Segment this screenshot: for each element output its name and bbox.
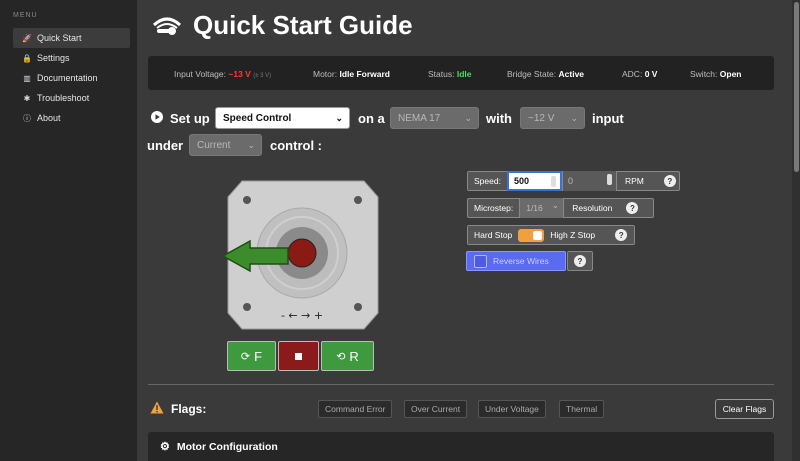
reverse-wires-checkbox[interactable]: Reverse Wires (466, 251, 566, 271)
switch-value: Open (719, 69, 742, 79)
scrollbar-thumb[interactable] (794, 2, 799, 172)
forward-button[interactable]: ⟳ F (227, 341, 276, 371)
speed-label: Speed: (474, 176, 501, 186)
stop-mode-toggle[interactable] (518, 228, 545, 242)
sidebar-item-settings[interactable]: 🔒 Settings (13, 48, 130, 68)
sidebar: MENU 🚀 Quick Start 🔒 Settings ▥ Document… (0, 0, 137, 461)
sidebar-item-label: Documentation (37, 73, 98, 83)
under-text: under (147, 138, 184, 153)
stepper-motor-illustration: - ← → + (221, 180, 379, 330)
flag-command-error: Command Error (318, 400, 393, 418)
section-divider (148, 384, 774, 385)
input-voltage-value: ~13 V (228, 69, 251, 79)
status-value: Idle (456, 69, 472, 79)
voltage-select[interactable]: ~12 V ⌄ (520, 107, 585, 129)
flag-thermal: Thermal (559, 400, 605, 418)
spinner-icon[interactable] (550, 176, 556, 187)
microstep-label: Microstep: (474, 203, 514, 213)
chevron-down-icon: ⌄ (570, 113, 578, 123)
stop-icon (295, 352, 302, 360)
resolution-label: Resolution (563, 199, 620, 217)
reverse-wires-help[interactable]: ? (567, 251, 593, 271)
sidebar-item-label: Quick Start (37, 33, 82, 43)
spinner-icon[interactable] (606, 174, 612, 185)
with-text: with (486, 111, 512, 126)
sidebar-item-label: About (37, 113, 61, 123)
help-icon[interactable]: ? (615, 229, 628, 241)
reverse-wires-label: Reverse Wires (493, 256, 549, 266)
adc-value: 0 V (644, 69, 658, 79)
input-text: input (592, 111, 624, 126)
play-icon (151, 111, 163, 123)
help-icon[interactable]: ? (626, 202, 639, 214)
sidebar-item-documentation[interactable]: ▥ Documentation (13, 68, 130, 88)
sidebar-item-about[interactable]: ⓘ About (13, 108, 130, 128)
help-icon[interactable]: ? (574, 255, 586, 267)
stop-mode-control: Hard Stop High Z Stop ? (467, 225, 635, 245)
high-z-stop-label: High Z Stop (550, 230, 596, 240)
sidebar-item-quick-start[interactable]: 🚀 Quick Start (13, 28, 130, 48)
motor-status-value: Idle Forward (339, 69, 391, 79)
speed-secondary-input[interactable]: 0 (561, 171, 616, 191)
logo-icon (152, 17, 182, 35)
switch-status: Switch: Open (690, 69, 742, 79)
lock-icon: 🔒 (22, 53, 32, 63)
book-icon: ▥ (23, 73, 31, 83)
info-icon: ⓘ (23, 113, 31, 123)
help-icon[interactable]: ? (663, 175, 676, 187)
checkbox-icon (474, 254, 487, 268)
speed-control: Speed: 500 0 RPM ? (467, 171, 680, 191)
sidebar-item-label: Troubleshoot (37, 93, 90, 103)
flags-title: Flags: (171, 402, 207, 416)
flag-under-voltage: Under Voltage (478, 400, 546, 418)
control-select[interactable]: Current ⌄ (189, 134, 262, 156)
microstep-select[interactable]: 1/16 ⌄ (519, 198, 564, 218)
speed-unit: RPM (615, 172, 652, 190)
control-suffix: control : (270, 138, 322, 153)
input-voltage-tolerance: (± 3 V) (253, 73, 272, 79)
chevron-down-icon: ⌄ (247, 140, 255, 150)
reverse-button[interactable]: ⟲ R (321, 341, 374, 371)
rotate-cw-icon: ⟳ (240, 350, 251, 363)
gear-icon: ⚙ (160, 441, 170, 453)
rotate-ccw-icon: ⟲ (336, 350, 346, 363)
page-title: Quick Start Guide (193, 10, 413, 40)
motor-status: Motor: Idle Forward (313, 69, 391, 79)
rocket-icon: 🚀 (22, 33, 32, 43)
motor-configuration-header[interactable]: ⚙ Motor Configuration (148, 432, 774, 461)
speed-input[interactable]: 500 (506, 171, 562, 191)
sidebar-item-troubleshoot[interactable]: ✱ Troubleshoot (13, 88, 130, 108)
clear-flags-button[interactable]: Clear Flags (715, 399, 774, 419)
chevron-down-icon: ⌄ (551, 200, 560, 210)
on-a-text: on a (358, 111, 385, 126)
page-scrollbar[interactable] (792, 0, 800, 461)
bridge-state-value: Active (558, 69, 585, 79)
toggle-knob (533, 230, 543, 240)
microstep-control: Microstep: 1/16 ⌄ Resolution ? (467, 198, 654, 218)
flag-over-current: Over Current (404, 400, 468, 418)
bug-icon: ✱ (23, 93, 31, 103)
direction-label: - ← → + (281, 309, 323, 322)
chevron-down-icon: ⌄ (335, 113, 343, 123)
motor-select[interactable]: NEMA 17 ⌄ (390, 107, 479, 129)
chevron-down-icon: ⌄ (464, 113, 472, 123)
hard-stop-label: Hard Stop (474, 230, 513, 240)
input-voltage-status: Input Voltage: ~13 V (± 3 V) (174, 69, 272, 79)
status-bar: Input Voltage: ~13 V (± 3 V) Motor: Idle… (148, 56, 774, 90)
sidebar-item-label: Settings (37, 53, 70, 63)
setup-prefix: Set up (170, 111, 210, 126)
adc-status: ADC: 0 V (622, 69, 658, 79)
warning-icon (150, 401, 164, 414)
menu-title: MENU (13, 12, 38, 19)
bridge-state: Bridge State: Active (507, 69, 585, 79)
stop-button[interactable] (278, 341, 319, 371)
mode-select[interactable]: Speed Control ⌄ (215, 107, 350, 129)
status-indicator: Status: Idle (428, 69, 472, 79)
